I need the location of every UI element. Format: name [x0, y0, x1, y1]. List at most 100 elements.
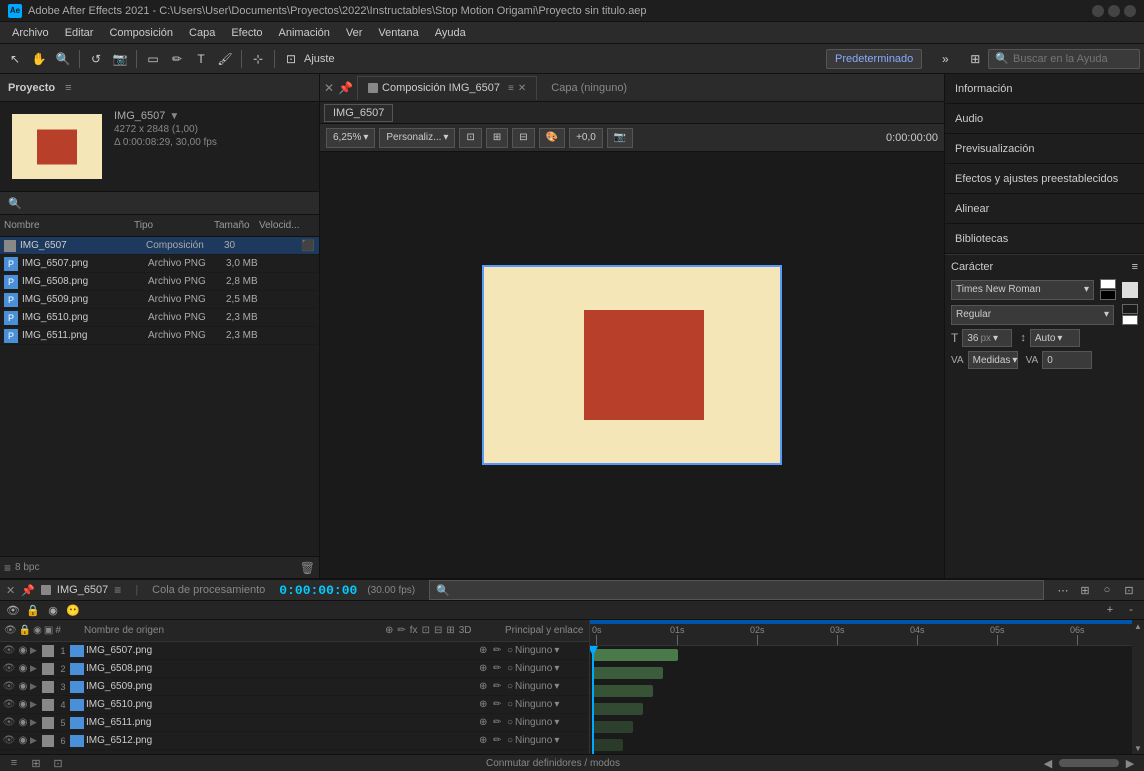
- layer-pin-4[interactable]: ⊕: [479, 699, 493, 710]
- menu-ver[interactable]: Ver: [338, 22, 371, 44]
- layer-solo-2[interactable]: ◉: [16, 662, 30, 676]
- puppet-tool[interactable]: ⊹: [247, 48, 269, 70]
- menu-archivo[interactable]: Archivo: [4, 22, 57, 44]
- time-bar-1[interactable]: [593, 649, 678, 661]
- stroke-white[interactable]: [1122, 315, 1138, 325]
- col-link-tl[interactable]: Principal y enlace: [505, 625, 585, 636]
- comp-dropdown[interactable]: ▼: [169, 111, 179, 122]
- layer-solo-4[interactable]: ◉: [16, 698, 30, 712]
- layer-expand-1[interactable]: ▶: [30, 645, 42, 656]
- comp-tab-options[interactable]: ≡: [508, 83, 514, 94]
- tl-bottom-btn2[interactable]: ⊞: [28, 755, 44, 771]
- proj-row-5[interactable]: P IMG_6511.png Archivo PNG 2,3 MB: [0, 327, 319, 345]
- font-style-select[interactable]: Regular ▾: [951, 305, 1114, 325]
- proj-row-comp[interactable]: IMG_6507 Composición 30 ⬛: [0, 237, 319, 255]
- tl-btn-2[interactable]: ⊞: [1076, 581, 1094, 599]
- link-arrow-3[interactable]: ▾: [554, 681, 559, 692]
- font-size-field[interactable]: 36 px ▾: [962, 329, 1012, 347]
- rotate-tool[interactable]: ↺: [85, 48, 107, 70]
- layer-pen-2[interactable]: ✏: [493, 663, 507, 674]
- time-bar-6[interactable]: [593, 739, 623, 751]
- layer-eye-3[interactable]: 👁: [2, 680, 16, 694]
- camera-tool[interactable]: 📷: [109, 48, 131, 70]
- tl-scroll-left[interactable]: ◀: [1040, 755, 1056, 771]
- tl-bottom-btn3[interactable]: ⊡: [50, 755, 66, 771]
- tl-scroll-right[interactable]: ▶: [1122, 755, 1138, 771]
- tl-btn-1[interactable]: ⋯: [1054, 581, 1072, 599]
- layer-row-1[interactable]: 👁 ◉ ▶ 1 IMG_6507.png ⊕ ✏ ○ Ninguno ▾: [0, 642, 589, 660]
- comp-tab-main[interactable]: Composición IMG_6507 ≡ ✕: [357, 76, 537, 100]
- layer-expand-6[interactable]: ▶: [30, 735, 42, 746]
- proj-row-4[interactable]: P IMG_6510.png Archivo PNG 2,3 MB: [0, 309, 319, 327]
- layer-eye-6[interactable]: 👁: [2, 734, 16, 748]
- layer-eye-1[interactable]: 👁: [2, 644, 16, 658]
- interpret-icon[interactable]: ≡: [4, 561, 11, 575]
- layer-solo-3[interactable]: ◉: [16, 680, 30, 694]
- fill-color-swatch[interactable]: [1100, 279, 1116, 289]
- rect-tool[interactable]: ▭: [142, 48, 164, 70]
- menu-ventana[interactable]: Ventana: [370, 22, 426, 44]
- select-tool[interactable]: ↖: [4, 48, 26, 70]
- panel-lock-icon[interactable]: 📌: [338, 81, 353, 95]
- col-name-tl[interactable]: Nombre de origen: [84, 625, 385, 636]
- color-preview[interactable]: [1122, 282, 1138, 298]
- zoom-tool[interactable]: 🔍: [52, 48, 74, 70]
- predeterminado-button[interactable]: Predeterminado: [826, 49, 922, 69]
- layer-pin-6[interactable]: ⊕: [479, 735, 493, 746]
- layer-solo-1[interactable]: ◉: [16, 644, 30, 658]
- auto-field[interactable]: Auto ▾: [1030, 329, 1080, 347]
- snapping-btn[interactable]: ⊡: [280, 48, 302, 70]
- tl-btn-4[interactable]: ⊡: [1120, 581, 1138, 599]
- view-options-2[interactable]: ⊞: [486, 128, 508, 148]
- col-type-header[interactable]: Tipo: [134, 220, 214, 231]
- layer-row-6[interactable]: 👁 ◉ ▶ 6 IMG_6512.png ⊕ ✏ ○ Ninguno ▾: [0, 732, 589, 750]
- hand-tool[interactable]: ✋: [28, 48, 50, 70]
- expand-panels[interactable]: »: [934, 48, 956, 70]
- proj-row-3[interactable]: P IMG_6509.png Archivo PNG 2,5 MB: [0, 291, 319, 309]
- menu-capa[interactable]: Capa: [181, 22, 223, 44]
- col-speed-header[interactable]: Velocid...: [259, 220, 299, 231]
- timeline-playhead[interactable]: [592, 646, 594, 754]
- layer-eye-4[interactable]: 👁: [2, 698, 16, 712]
- tl-bottom-btn1[interactable]: ≡: [6, 755, 22, 771]
- time-bar-2[interactable]: [593, 667, 663, 679]
- color-manage[interactable]: 🎨: [539, 128, 565, 148]
- tl-solo[interactable]: ◉: [44, 601, 62, 619]
- caracter-menu-icon[interactable]: ≡: [1132, 261, 1138, 273]
- panel-efectos[interactable]: Efectos y ajustes preestablecidos: [945, 164, 1144, 194]
- time-bar-3[interactable]: [593, 685, 653, 697]
- layer-expand-2[interactable]: ▶: [30, 663, 42, 674]
- layer-row-4[interactable]: 👁 ◉ ▶ 4 IMG_6510.png ⊕ ✏ ○ Ninguno ▾: [0, 696, 589, 714]
- delete-icon[interactable]: 🗑: [300, 561, 315, 575]
- link-arrow-1[interactable]: ▾: [554, 645, 559, 656]
- zoom-display[interactable]: 6,25%▾: [326, 128, 375, 148]
- panel-alinear[interactable]: Alinear: [945, 194, 1144, 224]
- layer-expand-5[interactable]: ▶: [30, 717, 42, 728]
- comp-tab-close[interactable]: ✕: [518, 83, 526, 94]
- timeline-search-input[interactable]: [454, 584, 1037, 596]
- scroll-up-arrow[interactable]: ▲: [1134, 622, 1142, 630]
- menu-composicion[interactable]: Composición: [101, 22, 181, 44]
- layer-link-text-6[interactable]: Ninguno: [515, 735, 552, 746]
- layer-expand-4[interactable]: ▶: [30, 699, 42, 710]
- project-menu-icon[interactable]: ≡: [65, 82, 71, 94]
- layer-pen-6[interactable]: ✏: [493, 735, 507, 746]
- time-bar-5[interactable]: [593, 721, 633, 733]
- ajuste-label[interactable]: Ajuste: [304, 53, 335, 65]
- maximize-button[interactable]: [1108, 5, 1120, 17]
- brush-tool[interactable]: 🖌: [214, 48, 236, 70]
- col-name-header[interactable]: Nombre: [4, 220, 134, 231]
- layer-expand-3[interactable]: ▶: [30, 681, 42, 692]
- layer-pin-2[interactable]: ⊕: [479, 663, 493, 674]
- layer-pen-3[interactable]: ✏: [493, 681, 507, 692]
- tl-zoom-in[interactable]: +: [1101, 601, 1119, 619]
- layer-link-text-2[interactable]: Ninguno: [515, 663, 552, 674]
- link-arrow-4[interactable]: ▾: [554, 699, 559, 710]
- link-arrow-6[interactable]: ▾: [554, 735, 559, 746]
- panel-informacion[interactable]: Información: [945, 74, 1144, 104]
- layer-eye-2[interactable]: 👁: [2, 662, 16, 676]
- preset-display[interactable]: Personaliz...▾: [379, 128, 455, 148]
- layer-link-text-5[interactable]: Ninguno: [515, 717, 552, 728]
- toggle-icon[interactable]: ⊞: [964, 48, 986, 70]
- inner-tab[interactable]: IMG_6507: [324, 104, 393, 122]
